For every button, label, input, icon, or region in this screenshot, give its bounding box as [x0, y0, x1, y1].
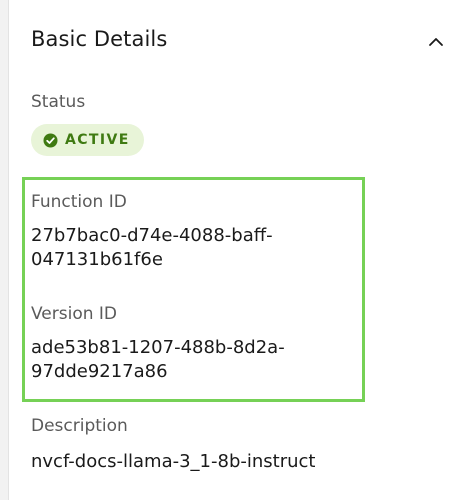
- section-title: Basic Details: [31, 27, 168, 51]
- version-id-label: Version ID: [31, 304, 118, 324]
- function-id-value-line2: 047131b61f6e: [31, 249, 163, 270]
- status-label: Status: [31, 92, 86, 112]
- status-badge: ACTIVE: [31, 124, 144, 156]
- check-circle-icon: [43, 133, 58, 148]
- function-id-value-line1: 27b7bac0-d74e-4088-baff-: [31, 225, 273, 246]
- section-header[interactable]: Basic Details: [9, 0, 474, 80]
- chevron-up-icon: [428, 32, 444, 51]
- version-id-value-line2: 97dde9217a86: [31, 361, 168, 382]
- description-label: Description: [31, 416, 128, 436]
- status-badge-text: ACTIVE: [65, 132, 130, 148]
- version-id-value-line1: ade53b81-1207-488b-8d2a-: [31, 337, 285, 358]
- function-id-label: Function ID: [31, 192, 127, 212]
- basic-details-panel: Basic Details Status ACTIVE Function ID …: [8, 0, 474, 500]
- description-value: nvcf-docs-llama-3_1-8b-instruct: [31, 451, 316, 472]
- collapse-button[interactable]: [421, 26, 451, 56]
